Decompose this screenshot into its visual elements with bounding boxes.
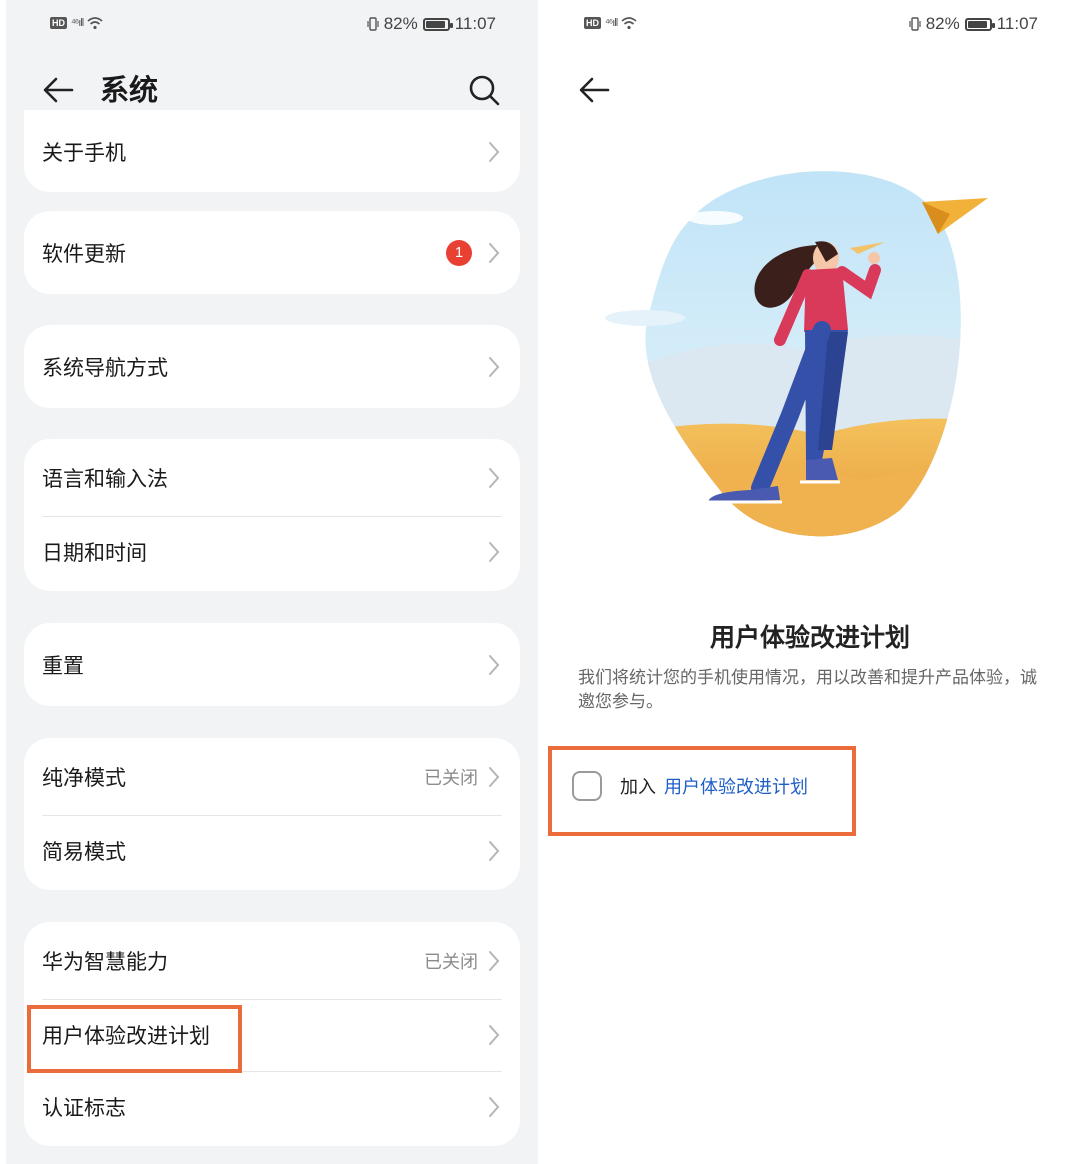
search-icon[interactable] xyxy=(466,72,502,108)
program-description: 我们将统计您的手机使用情况，用以改善和提升产品体验，诚邀您参与。 xyxy=(578,668,1037,712)
chevron-right-icon xyxy=(489,542,500,562)
chevron-right-icon xyxy=(489,766,500,787)
settings-item-label: 关于手机 xyxy=(42,141,126,165)
divider xyxy=(42,516,502,517)
chevron-right-icon xyxy=(489,950,500,971)
hd-indicator: HD xyxy=(50,17,67,29)
vibrate-icon xyxy=(909,17,921,31)
settings-item-label: 用户体验改进计划 xyxy=(42,1024,210,1048)
update-count-badge: 1 xyxy=(446,239,472,266)
back-arrow-icon[interactable] xyxy=(576,72,612,108)
user-experience-program-screen: HD ⁴⁶ıll 82% 11:07 用户体验改进计划 我们将统计您的手机使用情… xyxy=(540,0,1080,1164)
clock: 11:07 xyxy=(454,14,496,33)
chevron-right-icon xyxy=(489,654,500,675)
settings-group-navigation: 系统导航方式 xyxy=(24,325,520,408)
join-program-option[interactable]: 加入 用户体验改进计划 xyxy=(572,770,808,802)
settings-item-label: 软件更新 xyxy=(42,241,126,266)
settings-group-language-time: 语言和输入法 日期和时间 xyxy=(24,439,520,591)
settings-item-label: 纯净模式 xyxy=(42,765,126,790)
back-arrow-icon[interactable] xyxy=(40,72,76,108)
settings-item-label: 认证标志 xyxy=(42,1096,126,1120)
status-value: 已关闭 xyxy=(424,767,478,789)
wifi-icon xyxy=(87,17,103,30)
battery-percent: 82% xyxy=(925,14,960,33)
status-bar: HD ⁴⁶ıll 82% 11:07 xyxy=(6,14,538,40)
system-settings-screen: HD ⁴⁶ıll 82% 11:07 系统 关于手机 软件更新 1 系统导航方式 xyxy=(6,0,538,1164)
settings-item-label: 系统导航方式 xyxy=(42,355,168,380)
signal-icon: ⁴⁶ıll xyxy=(71,17,84,29)
settings-item-label: 重置 xyxy=(42,653,84,678)
settings-item-label: 语言和输入法 xyxy=(42,466,168,491)
join-label: 加入 xyxy=(620,777,656,798)
divider xyxy=(42,1071,502,1072)
settings-item-huawei-intelligence[interactable]: 华为智慧能力 已关闭 xyxy=(24,922,520,999)
settings-item-language-input[interactable]: 语言和输入法 xyxy=(24,439,520,516)
chevron-right-icon xyxy=(489,242,500,263)
settings-item-date-time[interactable]: 日期和时间 xyxy=(24,516,520,588)
settings-item-navigation[interactable]: 系统导航方式 xyxy=(24,325,520,408)
settings-item-certification[interactable]: 认证标志 xyxy=(24,1071,520,1143)
wifi-icon xyxy=(621,17,637,30)
signal-icon: ⁴⁶ıll xyxy=(605,17,618,29)
settings-item-pure-mode[interactable]: 纯净模式 已关闭 xyxy=(24,738,520,815)
settings-group-reset: 重置 xyxy=(24,623,520,706)
settings-item-label: 简易模式 xyxy=(42,840,126,864)
battery-icon xyxy=(422,17,453,31)
divider xyxy=(42,999,502,1000)
settings-item-software-update[interactable]: 软件更新 1 xyxy=(24,211,520,294)
join-checkbox[interactable] xyxy=(572,771,602,801)
status-bar: HD ⁴⁶ıll 82% 11:07 xyxy=(540,14,1080,40)
page-title: 系统 xyxy=(100,73,159,107)
program-link[interactable]: 用户体验改进计划 xyxy=(664,773,808,799)
hd-indicator: HD xyxy=(584,17,601,29)
settings-item-label: 华为智慧能力 xyxy=(42,949,168,974)
divider xyxy=(42,815,502,816)
chevron-right-icon xyxy=(489,142,500,162)
chevron-right-icon xyxy=(489,841,500,861)
settings-group-modes: 纯净模式 已关闭 简易模式 xyxy=(24,738,520,890)
chevron-right-icon xyxy=(489,356,500,377)
vibrate-icon xyxy=(367,17,379,31)
settings-item-user-experience-program[interactable]: 用户体验改进计划 xyxy=(24,999,520,1071)
program-title: 用户体验改进计划 xyxy=(709,623,910,652)
hero-illustration xyxy=(605,171,988,537)
chevron-right-icon xyxy=(489,1025,500,1045)
battery-percent: 82% xyxy=(383,14,418,33)
status-value: 已关闭 xyxy=(424,951,478,973)
settings-item-reset[interactable]: 重置 xyxy=(24,623,520,706)
chevron-right-icon xyxy=(489,1097,500,1117)
battery-icon xyxy=(964,17,995,31)
settings-group-about: 关于手机 xyxy=(24,110,520,192)
settings-group-intelligence: 华为智慧能力 已关闭 用户体验改进计划 认证标志 xyxy=(24,922,520,1146)
settings-group-update: 软件更新 1 xyxy=(24,211,520,294)
settings-item-simple-mode[interactable]: 简易模式 xyxy=(24,815,520,887)
settings-item-about-phone[interactable]: 关于手机 xyxy=(24,118,520,186)
chevron-right-icon xyxy=(489,467,500,488)
settings-item-label: 日期和时间 xyxy=(42,541,147,565)
clock: 11:07 xyxy=(996,14,1038,33)
